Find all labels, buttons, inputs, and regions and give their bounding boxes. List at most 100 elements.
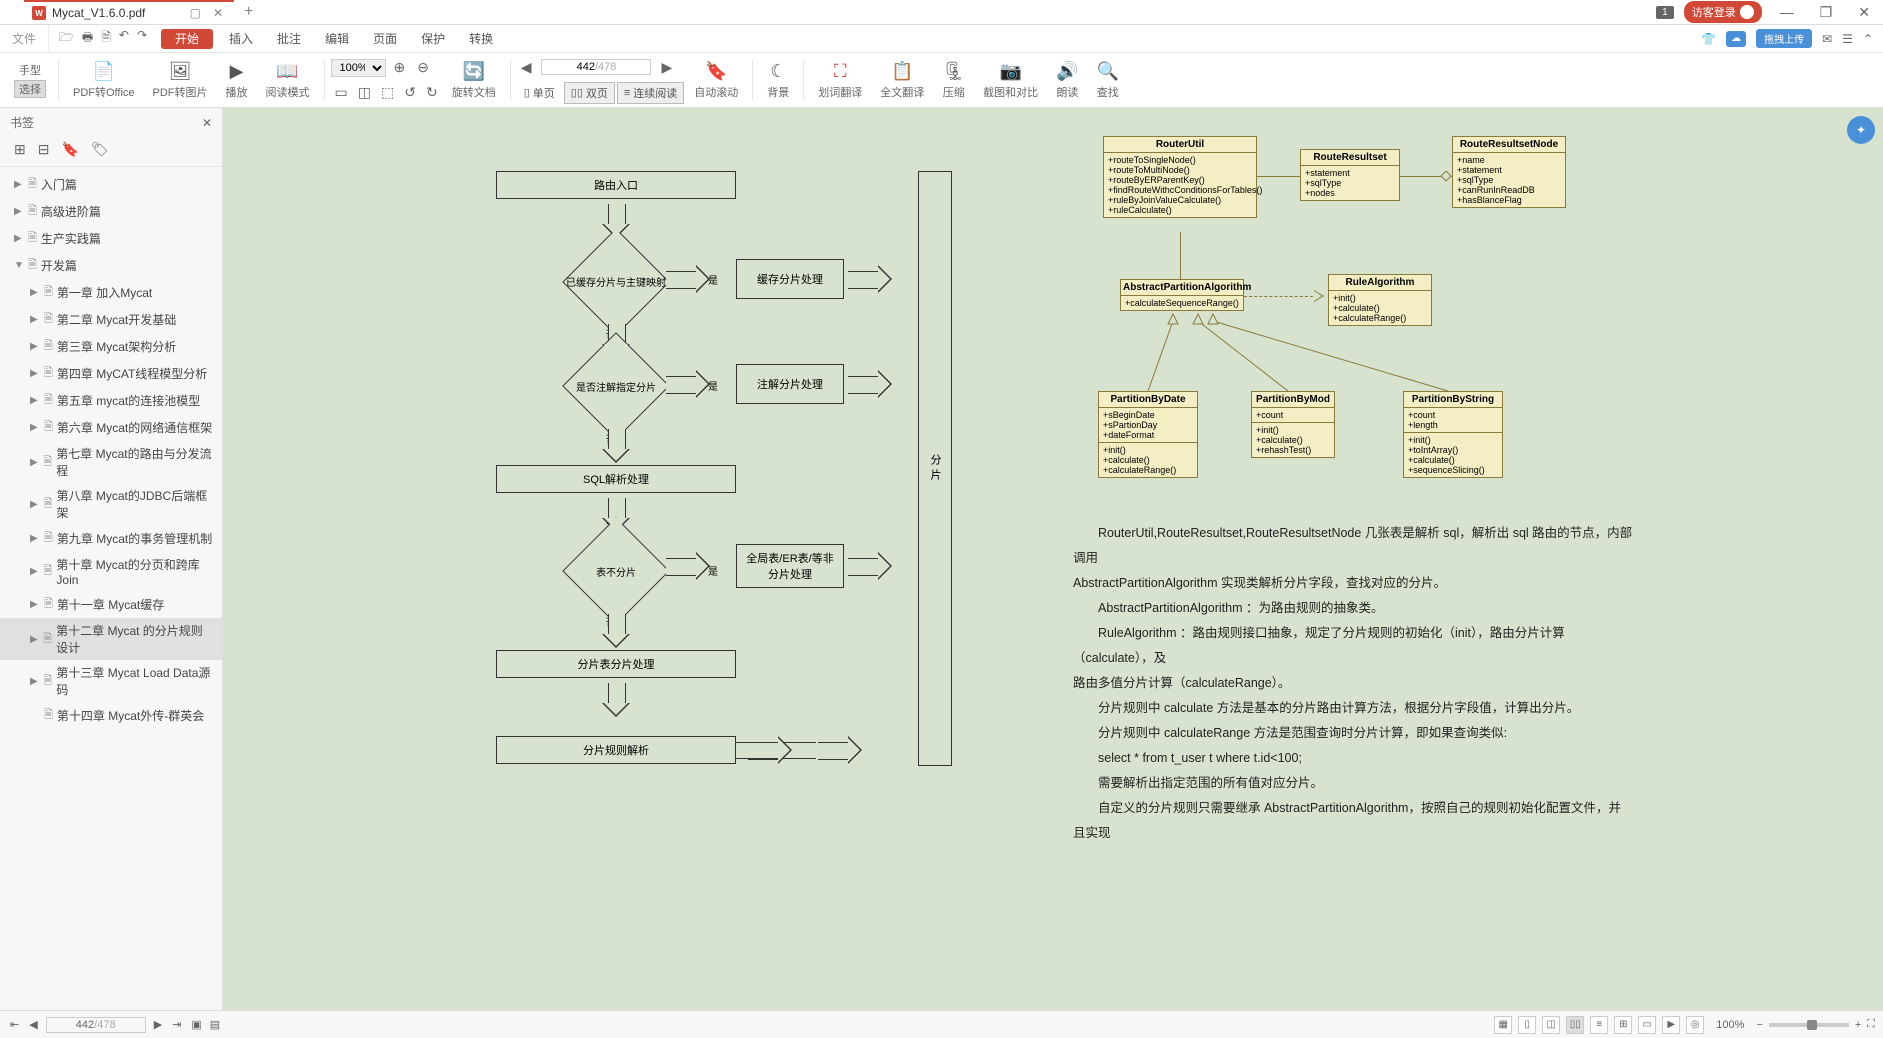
tree-toggle-icon[interactable]: ▶: [30, 457, 39, 468]
read-aloud-button[interactable]: 🔊朗读: [1048, 60, 1086, 100]
login-button[interactable]: 访客登录: [1684, 1, 1762, 23]
line-translate-button[interactable]: ⛶划词翻译: [810, 60, 870, 100]
find-button[interactable]: 🔍查找: [1089, 60, 1127, 100]
document-viewport[interactable]: ✦ 路由入口 已缓存分片与主键映射 是 缓存分片处理 否 是否注解指定分片 是: [223, 108, 1883, 1010]
edit-tab[interactable]: 编辑: [313, 25, 361, 53]
approve-tab[interactable]: 批注: [265, 25, 313, 53]
protect-tab[interactable]: 保护: [409, 25, 457, 53]
status-page-input[interactable]: 442/478: [46, 1017, 146, 1033]
view-mode-1[interactable]: ▦: [1494, 1016, 1512, 1034]
upload-tag[interactable]: 拖拽上传: [1756, 29, 1812, 48]
tree-item[interactable]: ▼🗎开发篇: [0, 252, 222, 279]
undo-icon[interactable]: ↶: [119, 28, 129, 49]
tree-toggle-icon[interactable]: ▶: [30, 341, 40, 352]
tree-toggle-icon[interactable]: ▶: [30, 566, 40, 577]
collapse-ribbon-icon[interactable]: ⌃: [1863, 32, 1873, 46]
tree-item[interactable]: ▶🗎第一章 加入Mycat: [0, 279, 222, 306]
fit-page-icon[interactable]: ◫: [354, 82, 375, 103]
tree-toggle-icon[interactable]: ▶: [30, 287, 40, 298]
minimize-button[interactable]: —: [1772, 4, 1802, 20]
hand-label[interactable]: 手型: [19, 62, 41, 78]
tree-toggle-icon[interactable]: ▶: [30, 368, 40, 379]
tree-item[interactable]: ▶🗎第三章 Mycat架构分析: [0, 333, 222, 360]
bookmark-add-icon[interactable]: 🏷: [91, 141, 109, 158]
pdf-to-office-button[interactable]: 📄PDF转Office: [65, 60, 143, 100]
tree-toggle-icon[interactable]: ▶: [30, 395, 40, 406]
tree-item[interactable]: ▶🗎第八章 Mycat的JDBC后端框架: [0, 483, 222, 525]
prev-page-button[interactable]: ◀: [27, 1018, 39, 1031]
document-tab[interactable]: W Mycat_V1.6.0.pdf ▢ ✕: [24, 0, 234, 24]
rotate-doc-button[interactable]: 🔄旋转文档: [444, 60, 504, 100]
tree-item[interactable]: 🗎第十四章 Mycat外传-群英会: [0, 702, 222, 729]
tree-toggle-icon[interactable]: ▶: [30, 499, 40, 510]
compress-button[interactable]: 🗜压缩: [934, 60, 973, 100]
redo-icon[interactable]: ↷: [137, 28, 147, 49]
view-mode-6[interactable]: ⊞: [1614, 1016, 1632, 1034]
view-mode-3[interactable]: ◫: [1542, 1016, 1560, 1034]
tree-item[interactable]: ▶🗎生产实践篇: [0, 225, 222, 252]
collapse-all-icon[interactable]: ⊟: [38, 141, 50, 158]
tree-item[interactable]: ▶🗎第十一章 Mycat缓存: [0, 591, 222, 618]
rotate-left-icon[interactable]: ↺: [400, 82, 420, 103]
tree-toggle-icon[interactable]: ▶: [14, 206, 24, 217]
sidebar-toggle-icon[interactable]: ▣: [191, 1018, 201, 1031]
tree-item[interactable]: ▶🗎第六章 Mycat的网络通信框架: [0, 414, 222, 441]
full-translate-button[interactable]: 📋全文翻译: [872, 60, 932, 100]
new-tab-button[interactable]: +: [234, 3, 263, 21]
cloud-sync-icon[interactable]: ☁: [1726, 31, 1746, 47]
zoom-display[interactable]: 100%: [1710, 1019, 1750, 1031]
tree-item[interactable]: ▶🗎第五章 mycat的连接池模型: [0, 387, 222, 414]
save-icon[interactable]: 🗎: [101, 28, 111, 49]
zoom-select[interactable]: 100%: [331, 59, 386, 77]
tree-item[interactable]: ▶🗎第十章 Mycat的分页和跨库Join: [0, 552, 222, 591]
zoom-in-icon[interactable]: ⊕: [390, 57, 410, 78]
convert-tab[interactable]: 转换: [457, 25, 505, 53]
next-page-button[interactable]: ▶: [152, 1018, 164, 1031]
print-icon[interactable]: 🖶: [82, 28, 93, 49]
prev-page-icon[interactable]: ◀: [517, 57, 536, 78]
actual-size-icon[interactable]: ⬚: [377, 82, 398, 103]
first-page-button[interactable]: ⇤: [8, 1018, 21, 1031]
start-tab[interactable]: 开始: [161, 29, 213, 49]
single-page-button[interactable]: ▯单页: [517, 82, 562, 104]
fit-width-icon[interactable]: ▭: [331, 82, 352, 103]
fullscreen-button[interactable]: ⛶: [1867, 1018, 1875, 1031]
skin-icon[interactable]: 👕: [1701, 32, 1716, 46]
expand-all-icon[interactable]: ⊞: [14, 141, 26, 158]
play-button[interactable]: ▶播放: [218, 60, 256, 100]
open-icon[interactable]: 🗁: [59, 28, 74, 49]
tree-toggle-icon[interactable]: ▶: [14, 179, 24, 190]
tree-item[interactable]: ▶🗎第二章 Mycat开发基础: [0, 306, 222, 333]
zoom-slider[interactable]: [1769, 1023, 1849, 1027]
close-window-button[interactable]: ✕: [1850, 4, 1878, 21]
page-input[interactable]: 442/478: [541, 59, 651, 75]
maximize-button[interactable]: ❐: [1812, 4, 1841, 21]
background-button[interactable]: ☾背景: [759, 60, 797, 100]
view-mode-2[interactable]: ▯: [1518, 1016, 1536, 1034]
zoom-out-button[interactable]: −: [1756, 1019, 1762, 1031]
view-mode-9[interactable]: ◎: [1686, 1016, 1704, 1034]
read-mode-button[interactable]: 📖阅读模式: [258, 60, 318, 100]
tree-item[interactable]: ▶🗎入门篇: [0, 171, 222, 198]
tree-item[interactable]: ▶🗎第七章 Mycat的路由与分发流程: [0, 441, 222, 483]
rotate-right-icon[interactable]: ↻: [422, 82, 442, 103]
bookmark-nav-button[interactable]: 🔖自动滚动: [686, 60, 746, 100]
view-mode-4[interactable]: ▯▯: [1566, 1016, 1584, 1034]
select-label[interactable]: 选择: [14, 80, 46, 98]
zoom-out-icon[interactable]: ⊖: [413, 57, 433, 78]
ai-float-button[interactable]: ✦: [1847, 116, 1875, 144]
file-menu[interactable]: 文件: [0, 25, 49, 53]
zoom-in-button[interactable]: +: [1855, 1019, 1861, 1031]
comment-toggle-icon[interactable]: ▤: [210, 1018, 220, 1031]
tab-close-icon[interactable]: ✕: [210, 6, 226, 20]
sidebar-close-icon[interactable]: ✕: [202, 116, 212, 130]
tree-toggle-icon[interactable]: ▶: [14, 233, 24, 244]
tab-restore-icon[interactable]: ▢: [187, 6, 204, 20]
tree-item[interactable]: ▶🗎第四章 MyCAT线程模型分析: [0, 360, 222, 387]
compare-button[interactable]: 📷截图和对比: [975, 60, 1046, 100]
tree-toggle-icon[interactable]: ▼: [14, 260, 24, 271]
last-page-button[interactable]: ⇥: [170, 1018, 183, 1031]
feedback-icon[interactable]: ✉: [1822, 32, 1832, 46]
tree-toggle-icon[interactable]: ▶: [30, 422, 40, 433]
view-mode-7[interactable]: ▭: [1638, 1016, 1656, 1034]
